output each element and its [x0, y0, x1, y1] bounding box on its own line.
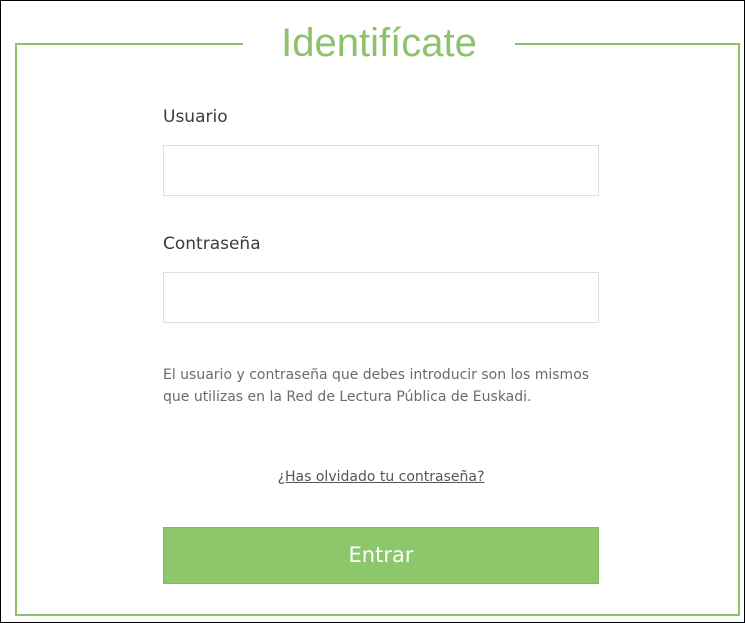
login-title: Identifícate — [243, 17, 515, 69]
enter-button[interactable]: Entrar — [163, 527, 599, 584]
password-label: Contraseña — [163, 234, 261, 254]
forgot-password-link[interactable]: ¿Has olvidado tu contraseña? — [163, 469, 599, 485]
page-frame: Identifícate Usuario Contraseña El usuar… — [0, 0, 745, 623]
username-label: Usuario — [163, 107, 228, 127]
login-help-text: El usuario y contraseña que debes introd… — [163, 367, 590, 405]
password-input[interactable] — [163, 272, 599, 323]
username-input[interactable] — [163, 145, 599, 196]
